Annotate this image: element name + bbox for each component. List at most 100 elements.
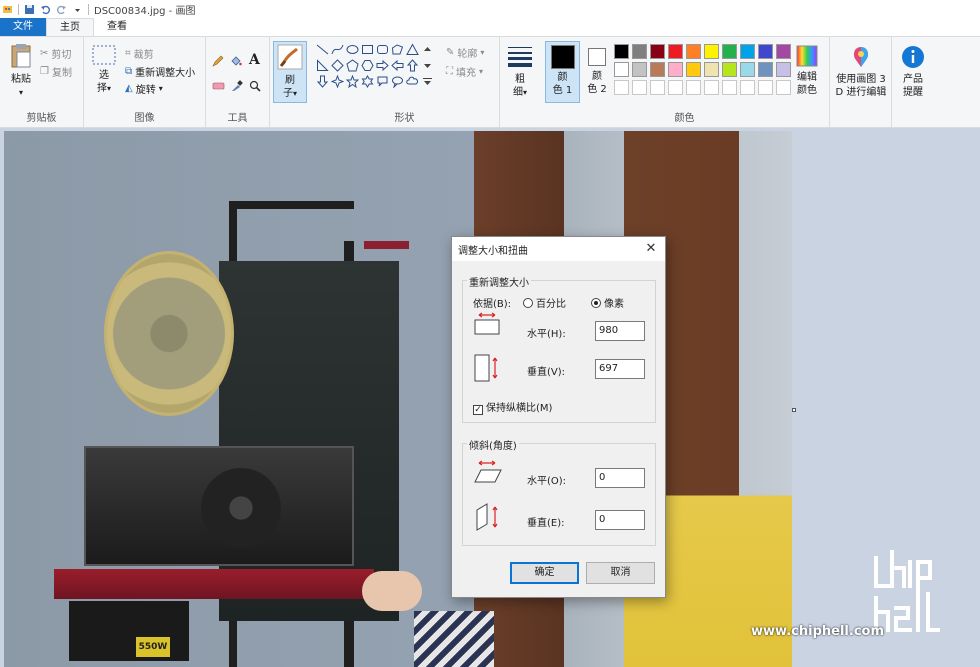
fill-button[interactable]: ⛶ 填充 ▾	[446, 64, 483, 79]
custom-color-slot[interactable]	[686, 80, 701, 95]
palette-swatch[interactable]	[704, 44, 719, 59]
custom-color-slot[interactable]	[776, 80, 791, 95]
custom-color-slot[interactable]	[614, 80, 629, 95]
scroll-up-icon[interactable]	[421, 43, 434, 56]
palette-swatch[interactable]	[632, 62, 647, 77]
rotate-button[interactable]: ◭ 旋转 ▾	[125, 81, 163, 96]
diamond-shape-icon[interactable]	[331, 59, 344, 72]
four-point-star-shape-icon[interactable]	[331, 75, 344, 88]
expand-shapes-icon[interactable]	[421, 75, 434, 88]
pixels-radio[interactable]: 像素	[591, 295, 624, 310]
polygon-shape-icon[interactable]	[391, 43, 404, 56]
fill-bucket-icon[interactable]	[230, 55, 242, 67]
palette-swatch[interactable]	[740, 44, 755, 59]
color1-button[interactable]: 颜 色 1	[545, 41, 580, 103]
canvas-resize-handle[interactable]	[792, 408, 796, 412]
scroll-down-icon[interactable]	[421, 59, 434, 72]
palette-swatch[interactable]	[614, 44, 629, 59]
oval-callout-shape-icon[interactable]	[391, 75, 404, 88]
down-arrow-shape-icon[interactable]	[316, 75, 329, 88]
crop-button[interactable]: ⌗ 裁剪	[125, 46, 154, 61]
custom-color-slot[interactable]	[722, 80, 737, 95]
product-alert-button[interactable]: 产品 提醒	[894, 45, 932, 99]
palette-swatch[interactable]	[632, 44, 647, 59]
tab-file[interactable]: 文件	[0, 18, 46, 36]
palette-swatch[interactable]	[686, 62, 701, 77]
cut-button[interactable]: ✂ 剪切	[40, 46, 71, 61]
palette-swatch[interactable]	[758, 62, 773, 77]
hexagon-shape-icon[interactable]	[361, 59, 374, 72]
cloud-callout-shape-icon[interactable]	[406, 75, 419, 88]
resize-button[interactable]: ⧉ 重新调整大小	[125, 64, 195, 79]
palette-swatch[interactable]	[758, 44, 773, 59]
select-button[interactable]: 选 择▾	[90, 45, 118, 95]
custom-color-slot[interactable]	[740, 80, 755, 95]
skew-vertical-input[interactable]: 0	[595, 510, 645, 530]
triangle-shape-icon[interactable]	[406, 43, 419, 56]
palette-swatch[interactable]	[668, 62, 683, 77]
curve-shape-icon[interactable]	[331, 43, 344, 56]
custom-color-slot[interactable]	[758, 80, 773, 95]
eraser-icon[interactable]	[212, 81, 225, 91]
rounded-rectangle-shape-icon[interactable]	[376, 43, 389, 56]
skew-horizontal-input[interactable]: 0	[595, 468, 645, 488]
palette-swatch[interactable]	[776, 62, 791, 77]
text-tool-icon[interactable]: A	[249, 52, 260, 68]
pencil-icon[interactable]	[212, 55, 224, 67]
close-icon[interactable]: ✕	[643, 241, 659, 257]
custom-color-slot[interactable]	[650, 80, 665, 95]
palette-swatch[interactable]	[650, 44, 665, 59]
cancel-button[interactable]: 取消	[586, 562, 655, 584]
palette-swatch[interactable]	[614, 62, 629, 77]
redo-icon[interactable]	[56, 4, 67, 15]
color2-button[interactable]: 颜 色 2	[582, 41, 612, 103]
vertical-resize-icon	[474, 354, 498, 382]
save-icon[interactable]	[24, 4, 35, 15]
five-point-star-shape-icon[interactable]	[346, 75, 359, 88]
palette-swatch[interactable]	[776, 44, 791, 59]
magnifier-icon[interactable]	[249, 80, 261, 92]
custom-color-slot[interactable]	[704, 80, 719, 95]
horizontal-input[interactable]: 980	[595, 321, 645, 341]
resize-label: 重新调整大小	[135, 68, 196, 79]
right-arrow-shape-icon[interactable]	[376, 59, 389, 72]
watermark-text: www.chiphell.com	[751, 624, 884, 639]
six-point-star-shape-icon[interactable]	[361, 75, 374, 88]
left-arrow-shape-icon[interactable]	[391, 59, 404, 72]
line-shape-icon[interactable]	[316, 43, 329, 56]
keep-ratio-checkbox[interactable]: ✓ 保持纵横比(M)	[473, 399, 552, 415]
rectangle-shape-icon[interactable]	[361, 43, 374, 56]
paste-button[interactable]: 粘贴 ▾	[6, 43, 36, 99]
right-triangle-shape-icon[interactable]	[316, 59, 329, 72]
vertical-input[interactable]: 697	[595, 359, 645, 379]
undo-icon[interactable]	[40, 4, 51, 15]
ok-button[interactable]: 确定	[510, 562, 579, 584]
edit-colors-label: 编辑	[797, 72, 817, 83]
palette-swatch[interactable]	[650, 62, 665, 77]
copy-button[interactable]: ❐ 复制	[40, 64, 72, 79]
color-picker-icon[interactable]	[231, 80, 243, 92]
tab-view[interactable]: 查看	[94, 18, 140, 36]
palette-swatch[interactable]	[740, 62, 755, 77]
photo-canvas[interactable]: 550W	[4, 131, 792, 667]
palette-swatch[interactable]	[722, 44, 737, 59]
brushes-button[interactable]: 刷 子▾	[273, 41, 307, 103]
custom-color-slot[interactable]	[668, 80, 683, 95]
oval-shape-icon[interactable]	[346, 43, 359, 56]
paste-label: 粘贴	[11, 74, 31, 85]
size-button[interactable]: 粗 细▾	[504, 45, 536, 99]
tab-home[interactable]: 主页	[46, 18, 94, 36]
up-arrow-shape-icon[interactable]	[406, 59, 419, 72]
paint3d-button[interactable]: 使用画图 3 D 进行编辑	[832, 45, 890, 99]
palette-swatch[interactable]	[704, 62, 719, 77]
percent-radio[interactable]: 百分比	[523, 295, 566, 310]
palette-swatch[interactable]	[722, 62, 737, 77]
pentagon-shape-icon[interactable]	[346, 59, 359, 72]
edit-colors-button[interactable]: 编辑 颜色	[790, 45, 824, 97]
rounded-callout-shape-icon[interactable]	[376, 75, 389, 88]
outline-button[interactable]: ✎ 轮廓 ▾	[446, 45, 484, 60]
palette-swatch[interactable]	[686, 44, 701, 59]
customize-toolbar-icon[interactable]	[72, 4, 83, 15]
custom-color-slot[interactable]	[632, 80, 647, 95]
palette-swatch[interactable]	[668, 44, 683, 59]
